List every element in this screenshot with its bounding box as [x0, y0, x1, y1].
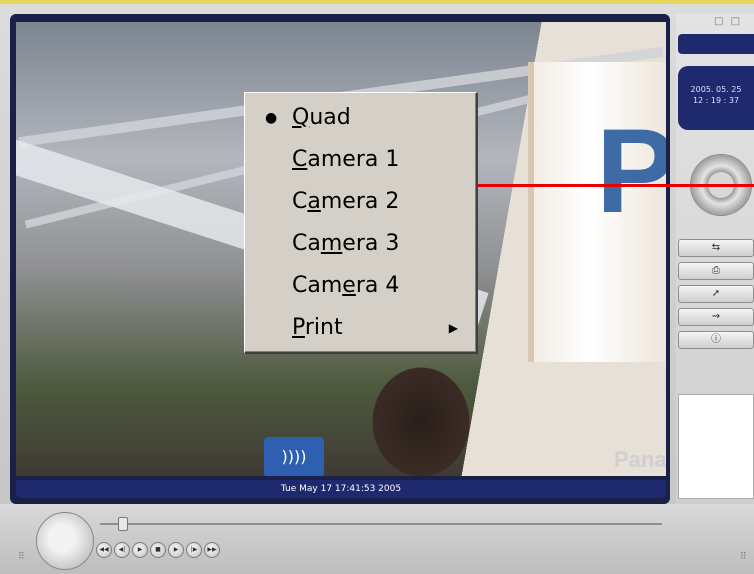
side-panel: □ □ 2005. 05. 25 12 : 19 : 37 ⇆ ⎙ ➚ ⇝ ⓘ: [676, 14, 754, 504]
printer-icon: ⎙: [712, 265, 720, 276]
fast-rewind-button[interactable]: ◀◀: [96, 542, 112, 558]
banner-letter: P: [596, 104, 666, 238]
resize-grip-icon[interactable]: ⠿: [18, 552, 25, 562]
step-forward-button[interactable]: |▶: [186, 542, 202, 558]
menu-item-camera-2[interactable]: Camera 2: [245, 181, 476, 223]
seek-track[interactable]: [100, 523, 662, 525]
menu-item-quad[interactable]: ● Quad: [245, 97, 476, 139]
window-control-icons[interactable]: □ □: [714, 16, 742, 27]
radio-bullet-icon: ●: [265, 110, 278, 126]
video-timestamp: Tue May 17 17:41:53 2005: [16, 480, 666, 498]
clock-time: 12 : 19 : 37: [692, 96, 740, 105]
transport-buttons: ◀◀ ◀| ▶ ■ ▶ |▶ ▶▶: [96, 542, 220, 558]
mnemonic: m: [320, 231, 343, 256]
context-menu: ● Quad Camera 1 Camera 2 Camera 3 Camera…: [244, 92, 478, 354]
panel-header: [678, 34, 754, 54]
swap-icon: ⇆: [711, 242, 721, 253]
jog-shuttle-dial[interactable]: [36, 512, 94, 570]
fast-forward-button[interactable]: ▶▶: [204, 542, 220, 558]
menu-item-print[interactable]: Print ▶: [245, 307, 476, 349]
info-button[interactable]: ⓘ: [678, 331, 754, 349]
event-list-panel[interactable]: [678, 394, 754, 499]
clock-display: 2005. 05. 25 12 : 19 : 37: [678, 66, 754, 130]
export-icon: ➚: [711, 288, 721, 299]
mnemonic: P: [292, 315, 305, 340]
info-icon: ⓘ: [711, 334, 721, 345]
network-icon: ⇝: [711, 311, 721, 322]
menu-item-camera-3[interactable]: Camera 3: [245, 223, 476, 265]
reverse-play-button[interactable]: ▶: [132, 542, 148, 558]
mnemonic: C: [292, 147, 308, 172]
menu-item-camera-1[interactable]: Camera 1: [245, 139, 476, 181]
step-back-button[interactable]: ◀|: [114, 542, 130, 558]
stop-button[interactable]: ■: [150, 542, 166, 558]
seek-slider-thumb[interactable]: [118, 517, 128, 531]
booth-sign: )))): [264, 437, 324, 476]
callout-connector-line: [478, 184, 754, 187]
menu-item-camera-4[interactable]: Camera 4: [245, 265, 476, 307]
print-button[interactable]: ⎙: [678, 262, 754, 280]
swap-button[interactable]: ⇆: [678, 239, 754, 257]
mnemonic: a: [307, 189, 321, 214]
resize-grip-icon[interactable]: ⠿: [740, 552, 747, 562]
network-button[interactable]: ⇝: [678, 308, 754, 326]
playback-control-bar: ⠿ ◀◀ ◀| ▶ ■ ▶ |▶ ▶▶ ⠿: [0, 504, 754, 574]
mnemonic: Q: [292, 105, 310, 130]
export-button[interactable]: ➚: [678, 285, 754, 303]
play-button[interactable]: ▶: [168, 542, 184, 558]
mnemonic: e: [342, 273, 356, 298]
clock-date: 2005. 05. 25: [690, 85, 742, 94]
banner-logo-text: Pana: [614, 447, 666, 472]
submenu-arrow-icon: ▶: [448, 321, 458, 335]
